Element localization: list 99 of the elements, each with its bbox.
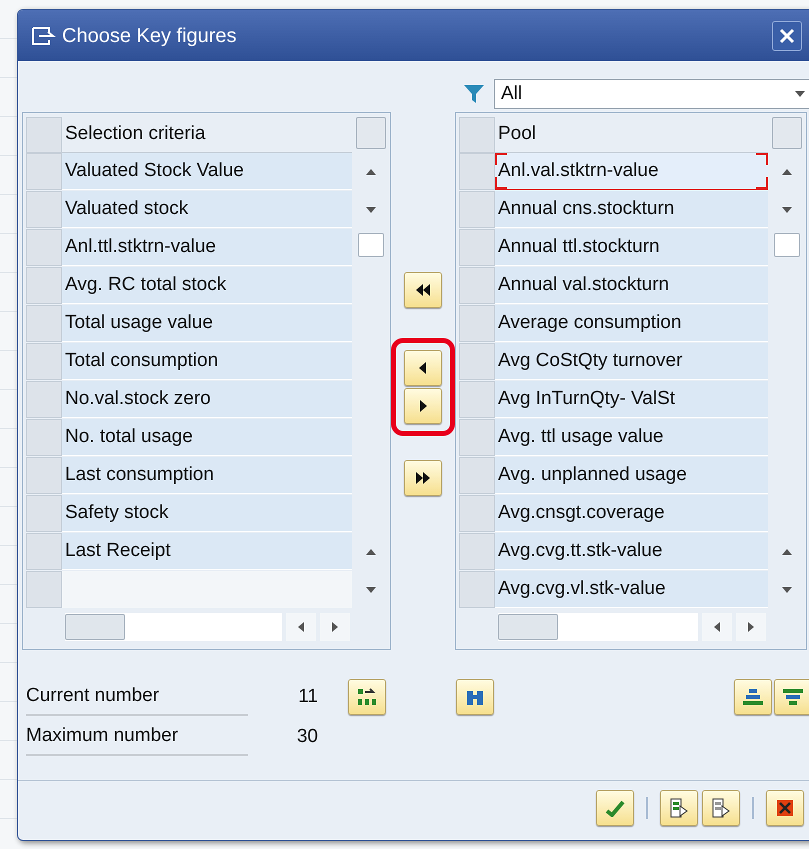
row-selector[interactable] bbox=[26, 343, 62, 380]
count-label: Maximum number bbox=[26, 718, 248, 756]
row-selector[interactable] bbox=[459, 495, 495, 532]
table-row[interactable]: Avg.cvg.vl.stk-value bbox=[495, 571, 768, 608]
row-selector[interactable] bbox=[459, 117, 495, 153]
table-row[interactable]: Avg. RC total stock bbox=[62, 267, 352, 304]
row-selector[interactable] bbox=[459, 229, 495, 266]
paste-button[interactable] bbox=[702, 790, 740, 826]
scroll-down-icon[interactable] bbox=[782, 585, 792, 595]
table-row[interactable]: Annual val.stockturn bbox=[495, 267, 768, 304]
row-selector[interactable] bbox=[459, 419, 495, 456]
move-all-right-button[interactable] bbox=[404, 460, 442, 496]
row-selector[interactable] bbox=[26, 419, 62, 456]
row-selector[interactable] bbox=[26, 191, 62, 228]
table-row[interactable]: Anl.val.stktrn-value bbox=[495, 153, 768, 190]
scroll-up-icon[interactable] bbox=[782, 547, 792, 557]
document-arrow-icon bbox=[711, 796, 731, 818]
row-selector[interactable] bbox=[459, 533, 495, 570]
row-selector[interactable] bbox=[26, 533, 62, 570]
table-row[interactable]: Average consumption bbox=[495, 305, 768, 342]
row-selector[interactable] bbox=[26, 267, 62, 304]
count-label: Current number bbox=[26, 678, 248, 716]
scroll-down-icon[interactable] bbox=[366, 585, 376, 595]
table-row[interactable]: Annual ttl.stockturn bbox=[495, 229, 768, 266]
row-selector[interactable] bbox=[459, 381, 495, 418]
scroll-thumb[interactable] bbox=[498, 614, 558, 640]
scroll-up-icon[interactable] bbox=[782, 167, 792, 177]
row-selector[interactable] bbox=[26, 117, 62, 153]
move-right-button[interactable] bbox=[404, 388, 442, 424]
scroll-right-icon[interactable] bbox=[330, 622, 340, 632]
move-left-button[interactable] bbox=[404, 350, 442, 386]
count-value: 30 bbox=[296, 724, 318, 749]
scroll-thumb[interactable] bbox=[358, 233, 384, 257]
table-row[interactable]: Last consumption bbox=[62, 457, 352, 494]
dropdown-caret-icon[interactable] bbox=[795, 89, 805, 99]
scroll-down-icon[interactable] bbox=[366, 205, 376, 215]
row-selector[interactable] bbox=[26, 571, 62, 608]
close-button[interactable] bbox=[772, 20, 802, 50]
table-row[interactable]: Anl.ttl.stktrn-value bbox=[62, 229, 352, 266]
scroll-up-icon[interactable] bbox=[366, 547, 376, 557]
row-selector[interactable] bbox=[459, 267, 495, 304]
table-row[interactable]: Total consumption bbox=[62, 343, 352, 380]
row-selector[interactable] bbox=[459, 571, 495, 608]
row-selector[interactable] bbox=[26, 495, 62, 532]
column-settings-button[interactable] bbox=[356, 117, 386, 149]
close-icon bbox=[779, 28, 795, 44]
row-selector[interactable] bbox=[459, 305, 495, 342]
table-row[interactable]: Last Receipt bbox=[62, 533, 352, 570]
row-selector[interactable] bbox=[26, 381, 62, 418]
count-value: 11 bbox=[297, 684, 318, 709]
scroll-thumb[interactable] bbox=[65, 614, 125, 640]
table-row[interactable]: Valuated Stock Value bbox=[62, 153, 352, 190]
table-row[interactable]: Total usage value bbox=[62, 305, 352, 342]
table-row[interactable]: Avg. unplanned usage bbox=[495, 457, 768, 494]
table-row[interactable]: Avg InTurnQty- ValSt bbox=[495, 381, 768, 418]
document-arrow-icon bbox=[669, 796, 689, 818]
window-title: Choose Key figures bbox=[62, 24, 237, 48]
scroll-thumb[interactable] bbox=[774, 233, 800, 257]
align-center-button[interactable] bbox=[734, 679, 772, 715]
row-selector[interactable] bbox=[26, 457, 62, 494]
table-row[interactable]: Avg CoStQty turnover bbox=[495, 343, 768, 380]
table-row[interactable]: Avg.cvg.tt.stk-value bbox=[495, 533, 768, 570]
row-selector[interactable] bbox=[26, 153, 62, 190]
stacked-bars-icon bbox=[782, 687, 804, 707]
filter-dropdown[interactable]: All bbox=[494, 79, 809, 109]
row-selector[interactable] bbox=[459, 191, 495, 228]
scroll-left-icon[interactable] bbox=[296, 622, 306, 632]
cancel-icon bbox=[775, 798, 795, 818]
table-row[interactable]: Avg. ttl usage value bbox=[495, 419, 768, 456]
copy-button[interactable] bbox=[660, 790, 698, 826]
confirm-button[interactable] bbox=[596, 790, 634, 826]
column-settings-button[interactable] bbox=[772, 117, 802, 149]
scroll-left-icon[interactable] bbox=[712, 622, 722, 632]
sort-icon bbox=[356, 687, 378, 707]
double-left-arrow-icon bbox=[415, 283, 431, 297]
table-row[interactable]: Safety stock bbox=[62, 495, 352, 532]
find-button[interactable] bbox=[456, 679, 494, 715]
check-icon bbox=[605, 798, 625, 816]
stacked-bars-icon bbox=[742, 687, 764, 707]
window-icon bbox=[30, 24, 56, 46]
row-selector[interactable] bbox=[26, 229, 62, 266]
move-all-left-button[interactable] bbox=[404, 272, 442, 308]
scroll-down-icon[interactable] bbox=[782, 205, 792, 215]
table-row[interactable]: No. total usage bbox=[62, 419, 352, 456]
sort-button[interactable] bbox=[348, 679, 386, 715]
cancel-button[interactable] bbox=[766, 790, 804, 826]
row-selector[interactable] bbox=[459, 343, 495, 380]
row-selector[interactable] bbox=[26, 305, 62, 342]
align-filter-button[interactable] bbox=[774, 679, 809, 715]
table-row[interactable]: Valuated stock bbox=[62, 191, 352, 228]
double-right-arrow-icon bbox=[415, 471, 431, 485]
filter-icon[interactable] bbox=[462, 83, 486, 105]
table-row[interactable]: Annual cns.stockturn bbox=[495, 191, 768, 228]
row-selector[interactable] bbox=[459, 457, 495, 494]
scroll-up-icon[interactable] bbox=[366, 167, 376, 177]
table-row[interactable]: No.val.stock zero bbox=[62, 381, 352, 418]
table-row[interactable]: Avg.cnsgt.coverage bbox=[495, 495, 768, 532]
row-selector[interactable] bbox=[459, 153, 495, 190]
scroll-right-icon[interactable] bbox=[746, 622, 756, 632]
